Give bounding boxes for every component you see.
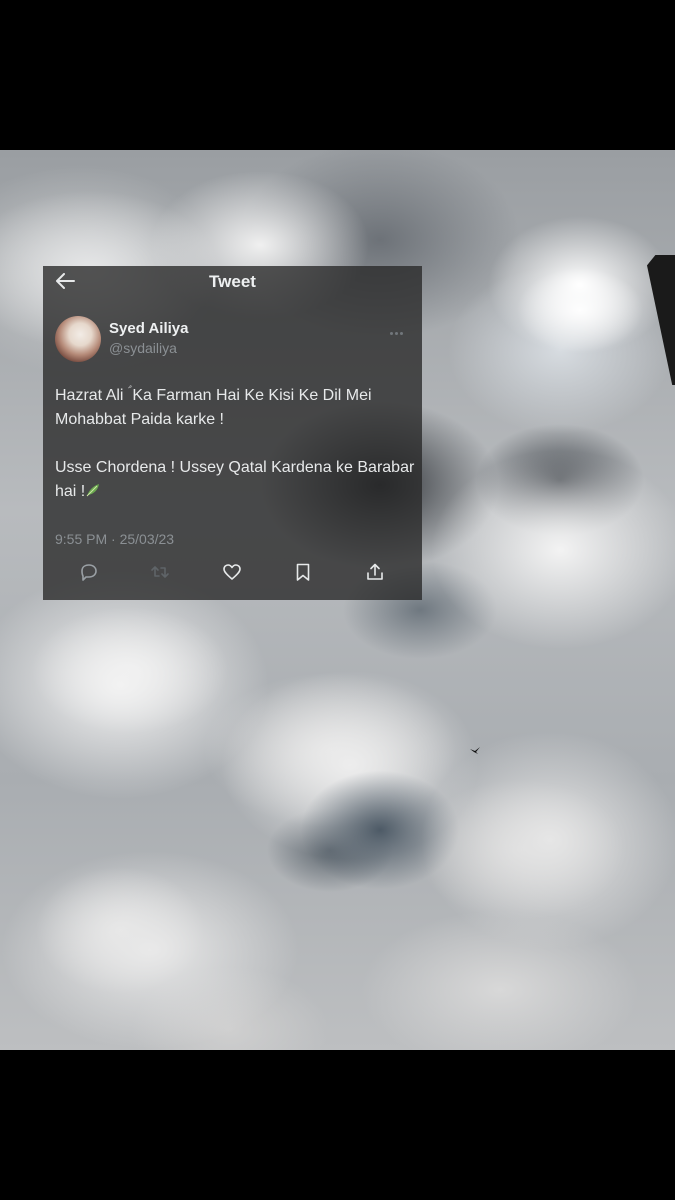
reply-button[interactable] (79, 562, 101, 584)
tweet-text: Hazrat Ali ؑ Ka Farman Hai Ke Kisi Ke Di… (55, 384, 415, 504)
more-dots-icon[interactable] (390, 322, 406, 335)
tweet-timestamp[interactable]: 9:55 PM · 25/03/23 (55, 531, 174, 547)
tweet-author[interactable]: Syed Ailiya @sydailiya (55, 316, 410, 362)
tweet-header: Tweet (43, 266, 422, 296)
bird-silhouette (470, 747, 480, 754)
tweet-text-line-2: Usse Chordena ! Ussey Qatal Kardena ke B… (55, 459, 415, 500)
share-icon (367, 563, 383, 580)
tweet-text-line-1: Hazrat Ali ؑ Ka Farman Hai Ke Kisi Ke Di… (55, 387, 372, 428)
like-button[interactable] (222, 562, 244, 584)
retweet-icon (151, 566, 169, 578)
reply-icon (81, 564, 97, 581)
tweet-card: Tweet Syed Ailiya @sydailiya Hazrat Ali … (43, 266, 422, 600)
retweet-button[interactable] (150, 562, 172, 584)
bookmark-icon (296, 563, 310, 581)
bookmark-button[interactable] (293, 562, 315, 584)
share-button[interactable] (365, 562, 387, 584)
tweet-actions (79, 562, 395, 584)
page-title: Tweet (209, 272, 256, 291)
tweet-text-line-2-wrap: Usse Chordena ! Ussey Qatal Kardena ke B… (55, 456, 415, 504)
leaf-emoji-icon (86, 484, 100, 497)
author-name[interactable]: Syed Ailiya (109, 320, 188, 337)
author-handle[interactable]: @sydailiya (109, 340, 177, 356)
avatar[interactable] (55, 316, 101, 362)
heart-icon (223, 564, 241, 580)
